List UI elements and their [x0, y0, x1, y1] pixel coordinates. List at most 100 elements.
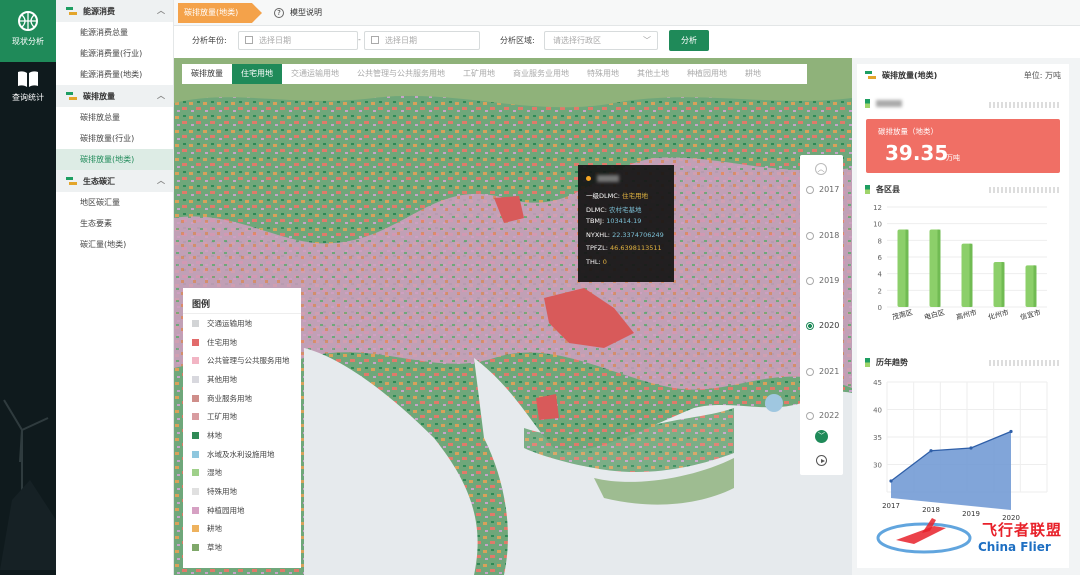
- start-date-input[interactable]: 选择日期: [238, 31, 358, 50]
- legend-item: 林地: [183, 426, 301, 445]
- chevron-down-icon: ﹀: [643, 36, 651, 45]
- timeline-year-2018[interactable]: 2018: [806, 231, 839, 240]
- category-tab-farmland[interactable]: 耕地: [736, 64, 770, 84]
- panel-header: 碳排放量(地类) 单位: 万吨: [857, 64, 1069, 86]
- legend-swatch: [192, 357, 199, 365]
- category-tab-industrial[interactable]: 工矿用地: [454, 64, 504, 84]
- menu-item-emission-landtype[interactable]: 碳排放量(地类): [56, 149, 173, 170]
- category-tab-transport[interactable]: 交通运输用地: [282, 64, 348, 84]
- page-tab-bar: 碳排放量(地类) ? 模型说明: [174, 0, 1080, 26]
- y-tick-label: 35: [873, 434, 882, 442]
- menu-item-emission-total[interactable]: 碳排放总量: [56, 107, 173, 128]
- section-icon: [865, 99, 870, 108]
- category-tab-emission[interactable]: 碳排放量: [182, 64, 232, 84]
- legend-swatch: [192, 375, 199, 383]
- menu-item-sink-region[interactable]: 地区碳汇量: [56, 192, 173, 213]
- category-tab-residential[interactable]: 住宅用地: [232, 64, 282, 84]
- timeline-year-2017[interactable]: 2017: [806, 185, 839, 194]
- legend-label: 耕地: [207, 524, 222, 534]
- rail-item-status-analysis[interactable]: 现状分析: [0, 0, 56, 62]
- timeline-year-2021[interactable]: 2021: [806, 367, 839, 376]
- menu-group-emission[interactable]: 碳排放量 ︿: [56, 85, 173, 107]
- section-title: 历年趋势: [876, 358, 908, 367]
- china-flier-logo: [876, 518, 972, 554]
- chevron-up-icon[interactable]: ︿: [815, 163, 827, 175]
- menu-item-energy-landtype[interactable]: 能源消费量(地类): [56, 64, 173, 85]
- tab-model-description[interactable]: ? 模型说明: [274, 7, 322, 18]
- card-unit: 万吨: [946, 154, 960, 162]
- status-dot: [586, 176, 591, 181]
- x-tick-label: 高州市: [955, 308, 978, 322]
- y-tick-label: 0: [878, 304, 882, 312]
- legend-items: 交通运输用地 住宅用地 公共管理与公共服务用地 其他用地 商业服务用地 工矿用地 林地 水域及…: [183, 314, 301, 557]
- category-tab-other[interactable]: 其他土地: [628, 64, 678, 84]
- category-tab-plantation[interactable]: 种植园用地: [678, 64, 736, 84]
- tooltip-key: TPFZL:: [586, 244, 608, 252]
- menu-item-energy-total[interactable]: 能源消费总量: [56, 22, 173, 43]
- tooltip-row: TBMJ: 103414.19: [586, 217, 666, 231]
- menu-item-energy-industry[interactable]: 能源消费量(行业): [56, 43, 173, 64]
- menu-item-emission-industry[interactable]: 碳排放量(行业): [56, 128, 173, 149]
- tab-label: 模型说明: [290, 8, 322, 17]
- legend-label: 其他用地: [207, 374, 237, 384]
- legend-label: 种植园用地: [207, 505, 245, 515]
- emission-total-card: 碳排放量（地类） 39.35 万吨: [866, 119, 1060, 173]
- year-label: 2018: [819, 231, 840, 240]
- tooltip-value: 农村宅基地: [609, 205, 642, 214]
- legend-item: 工矿用地: [183, 407, 301, 426]
- section-icon: [865, 358, 870, 367]
- legend-swatch: [192, 525, 199, 533]
- category-tab-commercial[interactable]: 商业服务业用地: [504, 64, 578, 84]
- timeline-year-2022[interactable]: 2022: [806, 411, 839, 420]
- legend-label: 公共管理与公共服务用地: [207, 356, 290, 366]
- category-tab-special[interactable]: 特殊用地: [578, 64, 628, 84]
- timeline-year-2020[interactable]: 2020: [806, 321, 839, 330]
- section-title: 各区县: [876, 185, 900, 194]
- tooltip-value: 103414.19: [606, 217, 642, 225]
- radio-icon: [806, 411, 814, 420]
- legend-label: 特殊用地: [207, 487, 237, 497]
- rail-item-query-stats[interactable]: 查询统计: [0, 66, 56, 103]
- district-bar-chart: 0 2 4 6 8 10 12 茂南区 电白区 高州市 化州市 信宜市: [873, 204, 1047, 322]
- legend-label: 住宅用地: [207, 337, 237, 347]
- menu-group-energy[interactable]: 能源消费 ︿: [56, 0, 173, 22]
- legend-item: 特殊用地: [183, 482, 301, 501]
- tooltip-key: DLMC:: [586, 205, 607, 214]
- menu-group-carbon-sink[interactable]: 生态碳汇 ︿: [56, 170, 173, 192]
- legend-swatch: [192, 394, 199, 402]
- year-label: 分析年份:: [192, 36, 227, 45]
- watermark-title: 飞行者联盟: [982, 521, 1063, 539]
- calendar-icon: [245, 36, 253, 44]
- map-feature-tooltip: 一级DLMC: 住宅用地 DLMC: 农村宅基地 TBMJ: 103414.19…: [578, 165, 674, 282]
- tooltip-row: DLMC: 农村宅基地: [586, 204, 666, 218]
- legend-label: 交通运输用地: [207, 318, 252, 328]
- rail-item-label: 查询统计: [12, 93, 44, 102]
- help-icon: ?: [274, 7, 284, 18]
- legend-swatch: [192, 450, 199, 458]
- tooltip-row: NYXHL: 22.3374706249: [586, 231, 666, 245]
- category-tabs: 碳排放量 住宅用地 交通运输用地 公共管理与公共服务用地 工矿用地 商业服务业用…: [182, 64, 807, 84]
- end-date-input[interactable]: 选择日期: [364, 31, 480, 50]
- legend-label: 工矿用地: [207, 412, 237, 422]
- app-rail: 现状分析 查询统计: [0, 0, 56, 575]
- filter-bar: 分析年份: 选择日期 - 选择日期 分析区域: 请选择行政区 ﹀ 分析: [174, 26, 1080, 58]
- analyze-button[interactable]: 分析: [669, 30, 709, 51]
- chevron-down-icon[interactable]: ﹀: [815, 430, 828, 443]
- y-tick-label: 6: [878, 254, 883, 262]
- play-icon[interactable]: [816, 455, 827, 466]
- menu-item-sink-elements[interactable]: 生态要素: [56, 213, 173, 234]
- legend-swatch: [192, 544, 199, 552]
- decorative-stripes: [989, 102, 1059, 108]
- y-tick-label: 30: [873, 462, 882, 470]
- menu-item-sink-landtype[interactable]: 碳汇量(地类): [56, 234, 173, 255]
- tab-emission-landtype[interactable]: 碳排放量(地类): [178, 3, 262, 23]
- menu-group-title: 碳排放量: [83, 91, 115, 101]
- legend-item: 交通运输用地: [183, 314, 301, 333]
- legend-label: 草地: [207, 543, 222, 553]
- tooltip-value: 22.3374706249: [612, 230, 664, 239]
- region-select[interactable]: 请选择行政区 ﹀: [544, 31, 658, 50]
- x-tick-label: 茂南区: [891, 308, 914, 322]
- timeline-year-2019[interactable]: 2019: [806, 276, 839, 285]
- category-tab-public[interactable]: 公共管理与公共服务用地: [348, 64, 454, 84]
- radio-icon: [806, 367, 814, 376]
